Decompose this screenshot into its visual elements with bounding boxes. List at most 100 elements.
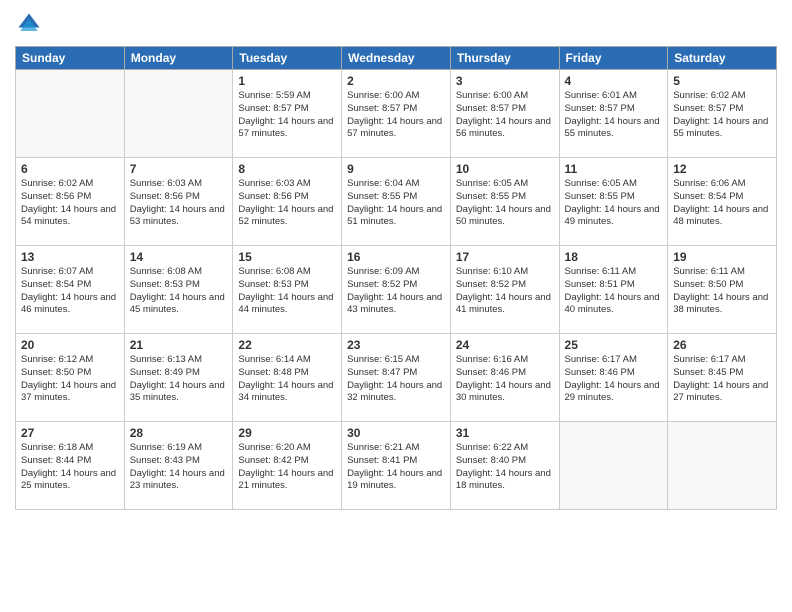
day-info: Sunrise: 6:17 AMSunset: 8:46 PMDaylight:… [565, 354, 663, 405]
calendar-cell: 28Sunrise: 6:19 AMSunset: 8:43 PMDayligh… [124, 422, 233, 510]
sunrise: Sunrise: 6:13 AM [130, 354, 202, 365]
day-number: 24 [456, 338, 554, 352]
day-number: 23 [347, 338, 445, 352]
daylight: Daylight: 14 hours and 57 minutes. [238, 116, 333, 140]
sunrise: Sunrise: 6:14 AM [238, 354, 310, 365]
day-info: Sunrise: 6:20 AMSunset: 8:42 PMDaylight:… [238, 442, 336, 493]
sunrise: Sunrise: 6:03 AM [130, 178, 202, 189]
sunset: Sunset: 8:44 PM [21, 455, 91, 466]
sunrise: Sunrise: 6:22 AM [456, 442, 528, 453]
day-info: Sunrise: 6:04 AMSunset: 8:55 PMDaylight:… [347, 178, 445, 229]
sunrise: Sunrise: 6:17 AM [673, 354, 745, 365]
sunset: Sunset: 8:56 PM [130, 191, 200, 202]
calendar-cell [668, 422, 777, 510]
sunset: Sunset: 8:47 PM [347, 367, 417, 378]
day-info: Sunrise: 6:03 AMSunset: 8:56 PMDaylight:… [238, 178, 336, 229]
daylight: Daylight: 14 hours and 43 minutes. [347, 292, 442, 316]
sunrise: Sunrise: 6:20 AM [238, 442, 310, 453]
daylight: Daylight: 14 hours and 34 minutes. [238, 380, 333, 404]
sunrise: Sunrise: 6:04 AM [347, 178, 419, 189]
weekday-header-saturday: Saturday [668, 47, 777, 70]
calendar-cell: 14Sunrise: 6:08 AMSunset: 8:53 PMDayligh… [124, 246, 233, 334]
sunset: Sunset: 8:53 PM [130, 279, 200, 290]
day-info: Sunrise: 6:15 AMSunset: 8:47 PMDaylight:… [347, 354, 445, 405]
calendar-cell [559, 422, 668, 510]
day-number: 3 [456, 74, 554, 88]
calendar-cell: 31 Sunrise: 6:22 AMSunset: 8:40 PMDayligh… [450, 422, 559, 510]
sunrise: Sunrise: 6:09 AM [347, 266, 419, 277]
daylight: Daylight: 14 hours and 38 minutes. [673, 292, 768, 316]
sunset: Sunset: 8:55 PM [456, 191, 526, 202]
page: SundayMondayTuesdayWednesdayThursdayFrid… [0, 0, 792, 612]
sunset: Sunset: 8:42 PM [238, 455, 308, 466]
day-number: 2 [347, 74, 445, 88]
sunrise: Sunrise: 6:18 AM [21, 442, 93, 453]
daylight: Daylight: 14 hours and 23 minutes. [130, 468, 225, 492]
day-number: 28 [130, 426, 228, 440]
calendar-cell: 30Sunrise: 6:21 AMSunset: 8:41 PMDayligh… [342, 422, 451, 510]
sunset: Sunset: 8:52 PM [456, 279, 526, 290]
sunset: Sunset: 8:53 PM [238, 279, 308, 290]
day-info: Sunrise: 6:11 AMSunset: 8:51 PMDaylight:… [565, 266, 663, 317]
day-info: Sunrise: 6:00 AMSunset: 8:57 PMDaylight:… [347, 90, 445, 141]
day-info: Sunrise: 6:13 AMSunset: 8:49 PMDaylight:… [130, 354, 228, 405]
daylight: Daylight: 14 hours and 25 minutes. [21, 468, 116, 492]
sunset: Sunset: 8:55 PM [565, 191, 635, 202]
daylight: Daylight: 14 hours and 35 minutes. [130, 380, 225, 404]
sunset: Sunset: 8:57 PM [565, 103, 635, 114]
day-number: 25 [565, 338, 663, 352]
calendar-cell: 22Sunrise: 6:14 AMSunset: 8:48 PMDayligh… [233, 334, 342, 422]
day-info: Sunrise: 6:00 AMSunset: 8:57 PMDaylight:… [456, 90, 554, 141]
day-number: 31 [456, 426, 554, 440]
daylight: Daylight: 14 hours and 52 minutes. [238, 204, 333, 228]
sunset: Sunset: 8:56 PM [238, 191, 308, 202]
weekday-header-thursday: Thursday [450, 47, 559, 70]
sunrise: Sunrise: 6:05 AM [456, 178, 528, 189]
sunset: Sunset: 8:54 PM [673, 191, 743, 202]
day-info: Sunrise: 6:01 AMSunset: 8:57 PMDaylight:… [565, 90, 663, 141]
day-number: 5 [673, 74, 771, 88]
sunrise: Sunrise: 5:59 AM [238, 90, 310, 101]
daylight: Daylight: 14 hours and 48 minutes. [673, 204, 768, 228]
daylight: Daylight: 14 hours and 41 minutes. [456, 292, 551, 316]
sunset: Sunset: 8:50 PM [21, 367, 91, 378]
calendar-cell: 18Sunrise: 6:11 AMSunset: 8:51 PMDayligh… [559, 246, 668, 334]
day-info: Sunrise: 6:16 AMSunset: 8:46 PMDaylight:… [456, 354, 554, 405]
daylight: Daylight: 14 hours and 45 minutes. [130, 292, 225, 316]
day-number: 8 [238, 162, 336, 176]
day-info: Sunrise: 6:10 AMSunset: 8:52 PMDaylight:… [456, 266, 554, 317]
day-number: 11 [565, 162, 663, 176]
day-info: Sunrise: 6:05 AMSunset: 8:55 PMDaylight:… [456, 178, 554, 229]
sunrise: Sunrise: 6:15 AM [347, 354, 419, 365]
sunset: Sunset: 8:52 PM [347, 279, 417, 290]
calendar-cell: 20Sunrise: 6:12 AMSunset: 8:50 PMDayligh… [16, 334, 125, 422]
sunrise: Sunrise: 6:01 AM [565, 90, 637, 101]
weekday-header-monday: Monday [124, 47, 233, 70]
daylight: Daylight: 14 hours and 27 minutes. [673, 380, 768, 404]
calendar-cell: 6Sunrise: 6:02 AMSunset: 8:56 PMDaylight… [16, 158, 125, 246]
day-info: Sunrise: 6:02 AMSunset: 8:57 PMDaylight:… [673, 90, 771, 141]
daylight: Daylight: 14 hours and 49 minutes. [565, 204, 660, 228]
sunset: Sunset: 8:51 PM [565, 279, 635, 290]
day-info: Sunrise: 6:22 AMSunset: 8:40 PMDaylight:… [456, 442, 554, 493]
calendar-cell: 1Sunrise: 5:59 AMSunset: 8:57 PMDaylight… [233, 70, 342, 158]
calendar-cell: 4Sunrise: 6:01 AMSunset: 8:57 PMDaylight… [559, 70, 668, 158]
weekday-header-friday: Friday [559, 47, 668, 70]
day-number: 13 [21, 250, 119, 264]
day-info: Sunrise: 6:11 AMSunset: 8:50 PMDaylight:… [673, 266, 771, 317]
day-number: 4 [565, 74, 663, 88]
daylight: Daylight: 14 hours and 53 minutes. [130, 204, 225, 228]
daylight: Daylight: 14 hours and 19 minutes. [347, 468, 442, 492]
daylight: Daylight: 14 hours and 30 minutes. [456, 380, 551, 404]
daylight: Daylight: 14 hours and 18 minutes. [456, 468, 551, 492]
sunrise: Sunrise: 6:16 AM [456, 354, 528, 365]
day-number: 15 [238, 250, 336, 264]
day-info: Sunrise: 6:09 AM Sunset: 8:52 PM Daylight:… [347, 266, 445, 317]
day-number: 6 [21, 162, 119, 176]
logo-icon [15, 10, 43, 38]
day-number: 29 [238, 426, 336, 440]
sunset: Sunset: 8:57 PM [347, 103, 417, 114]
sunrise: Sunrise: 6:00 AM [347, 90, 419, 101]
day-info: Sunrise: 6:08 AMSunset: 8:53 PMDaylight:… [130, 266, 228, 317]
day-number: 26 [673, 338, 771, 352]
